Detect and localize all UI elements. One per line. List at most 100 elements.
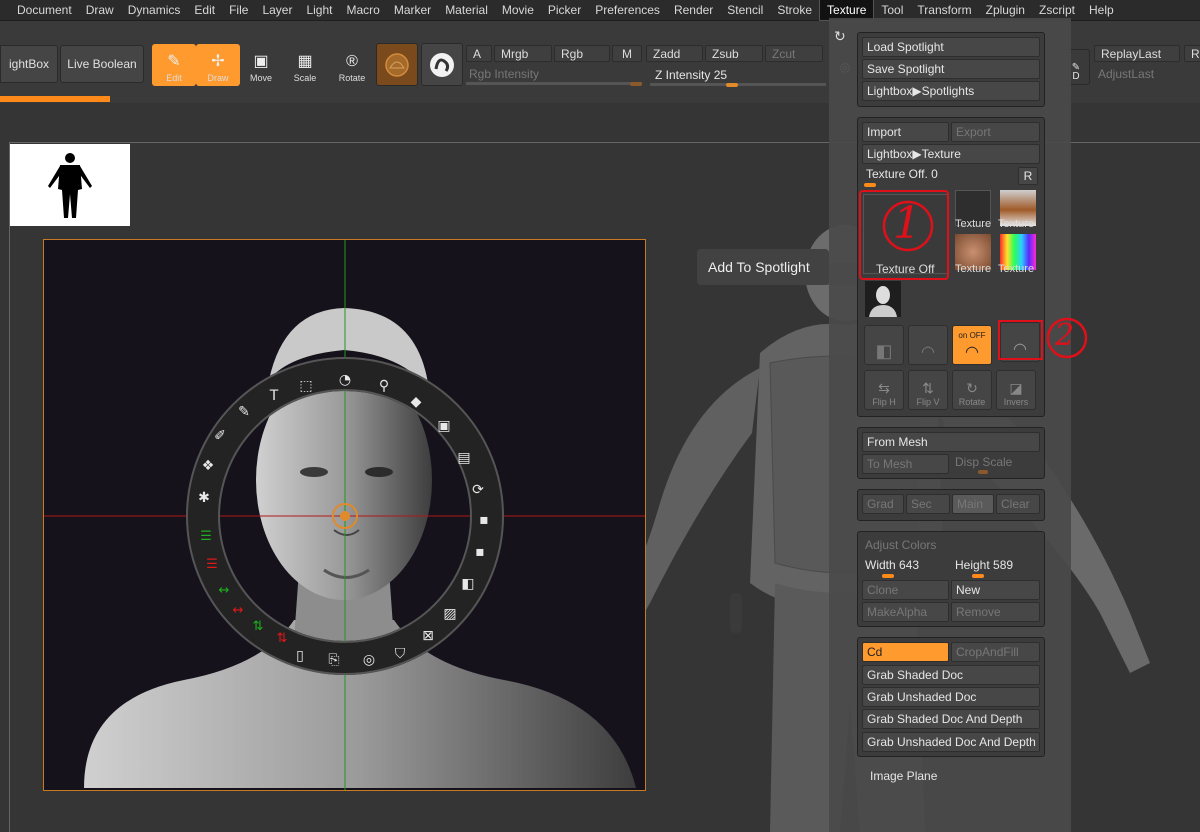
menu-item-marker[interactable]: Marker bbox=[387, 0, 438, 20]
menu-item-dynamics[interactable]: Dynamics bbox=[121, 0, 188, 20]
zcut-button[interactable]: Zcut bbox=[765, 45, 823, 62]
make-alpha-button[interactable]: MakeAlpha bbox=[862, 602, 949, 622]
draw-label: Draw bbox=[207, 73, 229, 83]
grab-unshaded-doc-depth-button[interactable]: Grab Unshaded Doc And Depth bbox=[862, 732, 1040, 752]
rgb-intensity-slider[interactable] bbox=[466, 82, 642, 85]
from-mesh-button[interactable]: From Mesh bbox=[862, 432, 1040, 452]
menu-item-render[interactable]: Render bbox=[667, 0, 720, 20]
svg-text:◧: ◧ bbox=[461, 576, 474, 592]
remove-button[interactable]: Remove bbox=[951, 602, 1040, 622]
rotate-texture-button[interactable]: ↻ Rotate bbox=[952, 370, 992, 410]
cd-button[interactable]: Cd bbox=[862, 642, 949, 662]
mrgb-button[interactable]: Mrgb bbox=[494, 45, 552, 62]
clone-button[interactable]: Clone bbox=[862, 580, 949, 600]
menu-item-light[interactable]: Light bbox=[299, 0, 339, 20]
m-button[interactable]: M bbox=[612, 45, 642, 62]
rotate-button[interactable]: ® Rotate bbox=[330, 44, 374, 86]
texture-sphere-button[interactable] bbox=[421, 43, 463, 86]
add-to-spotlight-tooltip: Add To Spotlight bbox=[697, 249, 829, 285]
main-button[interactable]: Main bbox=[952, 494, 994, 514]
save-spotlight-button[interactable]: Save Spotlight bbox=[862, 59, 1040, 79]
svg-text:✱: ✱ bbox=[198, 490, 210, 506]
move-button[interactable]: ▣ Move bbox=[239, 44, 283, 86]
material-button[interactable] bbox=[376, 43, 418, 86]
image-plane-canvas[interactable]: ◔ ⚲ ◆ ▣ ▤ ⟳ ▪ ▪ ◧ ▨ ⊠ ⛉ ◎ ⎘ ▯ ⬚ T ✎ ✐ ❖ ✱ ☰ ↔ ⇅ ☰ ↔ ⇅ bbox=[43, 239, 646, 791]
menu-item-material[interactable]: Material bbox=[438, 0, 495, 20]
grad-button[interactable]: Grad bbox=[862, 494, 904, 514]
figure-silhouette-icon bbox=[48, 153, 92, 218]
rgb-intensity-knob[interactable] bbox=[630, 82, 642, 86]
menu-item-macro[interactable]: Macro bbox=[340, 0, 387, 20]
lightbox-button[interactable]: ightBox bbox=[0, 45, 58, 83]
svg-text:▣: ▣ bbox=[437, 418, 450, 434]
reset-icon[interactable]: ↻ bbox=[834, 28, 846, 45]
disp-scale-knob[interactable] bbox=[978, 470, 988, 474]
menu-item-draw[interactable]: Draw bbox=[79, 0, 121, 20]
export-button[interactable]: Export bbox=[951, 122, 1040, 142]
lightbox-texture-button[interactable]: Lightbox▶Texture bbox=[862, 144, 1040, 164]
texture-swatch-bust[interactable] bbox=[865, 281, 901, 317]
crop-and-fill-button[interactable]: CropAndFill bbox=[951, 642, 1040, 662]
menu-item-file[interactable]: File bbox=[222, 0, 255, 20]
texture-icon-aa[interactable]: ◠ bbox=[908, 325, 948, 365]
menu-item-tool[interactable]: Tool bbox=[874, 0, 910, 20]
re-button[interactable]: Re bbox=[1184, 45, 1200, 62]
menu-item-zplugin[interactable]: Zplugin bbox=[979, 0, 1032, 20]
move-icon: ▣ bbox=[253, 53, 269, 70]
import-button[interactable]: Import bbox=[862, 122, 949, 142]
lightbox-spotlights-button[interactable]: Lightbox▶Spotlights bbox=[862, 81, 1040, 101]
texture-off-slider-knob[interactable] bbox=[864, 183, 876, 187]
width-slider-knob[interactable] bbox=[882, 574, 894, 578]
menu-item-stencil[interactable]: Stencil bbox=[720, 0, 770, 20]
svg-text:⊠: ⊠ bbox=[422, 628, 434, 644]
z-intensity-slider[interactable] bbox=[650, 83, 826, 86]
radial-menu[interactable]: ◔ ⚲◆ ▣▤⟳ ▪▪◧ ▨⊠⛉ ◎⎘▯ ⬚T✎ ✐❖✱ ☰↔⇅ ☰↔⇅ bbox=[44, 240, 646, 791]
scale-icon: ▦ bbox=[297, 53, 313, 70]
texture-icon-1[interactable]: ◧ bbox=[864, 325, 904, 365]
r-button[interactable]: R bbox=[1018, 167, 1038, 185]
menu-item-preferences[interactable]: Preferences bbox=[588, 0, 667, 20]
svg-text:◎: ◎ bbox=[363, 652, 375, 668]
d-label: D bbox=[1072, 71, 1080, 82]
clear-button[interactable]: Clear bbox=[996, 494, 1040, 514]
zsub-button[interactable]: Zsub bbox=[705, 45, 763, 62]
texture-on-off-toggle[interactable]: on OFF ◠ bbox=[952, 325, 992, 365]
replay-last-button[interactable]: ReplayLast bbox=[1094, 45, 1180, 62]
adjust-colors-label: Adjust Colors bbox=[865, 538, 937, 552]
menu-item-document[interactable]: Document bbox=[10, 0, 79, 20]
sec-button[interactable]: Sec bbox=[906, 494, 950, 514]
menu-item-transform[interactable]: Transform bbox=[910, 0, 978, 20]
grab-unshaded-doc-button[interactable]: Grab Unshaded Doc bbox=[862, 687, 1040, 707]
edit-label: Edit bbox=[166, 73, 182, 83]
flip-v-button[interactable]: ⇅ Flip V bbox=[908, 370, 948, 410]
menu-item-movie[interactable]: Movie bbox=[495, 0, 541, 20]
image-plane-label[interactable]: Image Plane bbox=[870, 769, 937, 783]
new-button[interactable]: New bbox=[951, 580, 1040, 600]
scale-button[interactable]: ▦ Scale bbox=[283, 44, 327, 86]
svg-text:▨: ▨ bbox=[443, 606, 456, 622]
svg-text:⇅: ⇅ bbox=[277, 631, 288, 646]
texture-swatch-label: Texture bbox=[998, 218, 1035, 230]
menu-item-zscript[interactable]: Zscript bbox=[1032, 0, 1082, 20]
menu-item-picker[interactable]: Picker bbox=[541, 0, 588, 20]
height-slider-knob[interactable] bbox=[972, 574, 984, 578]
menu-item-layer[interactable]: Layer bbox=[255, 0, 299, 20]
grab-shaded-doc-depth-button[interactable]: Grab Shaded Doc And Depth bbox=[862, 709, 1040, 729]
menu-item-edit[interactable]: Edit bbox=[187, 0, 222, 20]
rgb-button[interactable]: Rgb bbox=[554, 45, 610, 62]
edit-button[interactable]: ✎ Edit bbox=[152, 44, 196, 86]
invers-button[interactable]: ◪ Invers bbox=[996, 370, 1036, 410]
flip-h-button[interactable]: ⇆ Flip H bbox=[864, 370, 904, 410]
svg-text:☰: ☰ bbox=[206, 557, 218, 572]
navigation-thumbnail[interactable] bbox=[10, 144, 130, 226]
load-spotlight-button[interactable]: Load Spotlight bbox=[862, 37, 1040, 57]
grab-shaded-doc-button[interactable]: Grab Shaded Doc bbox=[862, 665, 1040, 685]
menu-item-stroke[interactable]: Stroke bbox=[770, 0, 819, 20]
zadd-button[interactable]: Zadd bbox=[646, 45, 703, 62]
live-boolean-button[interactable]: Live Boolean bbox=[60, 45, 144, 83]
to-mesh-button[interactable]: To Mesh bbox=[862, 454, 949, 474]
z-intensity-knob[interactable] bbox=[726, 83, 738, 87]
menu-item-help[interactable]: Help bbox=[1082, 0, 1121, 20]
draw-button[interactable]: ✢ Draw bbox=[196, 44, 240, 86]
a-button[interactable]: A bbox=[466, 45, 492, 62]
